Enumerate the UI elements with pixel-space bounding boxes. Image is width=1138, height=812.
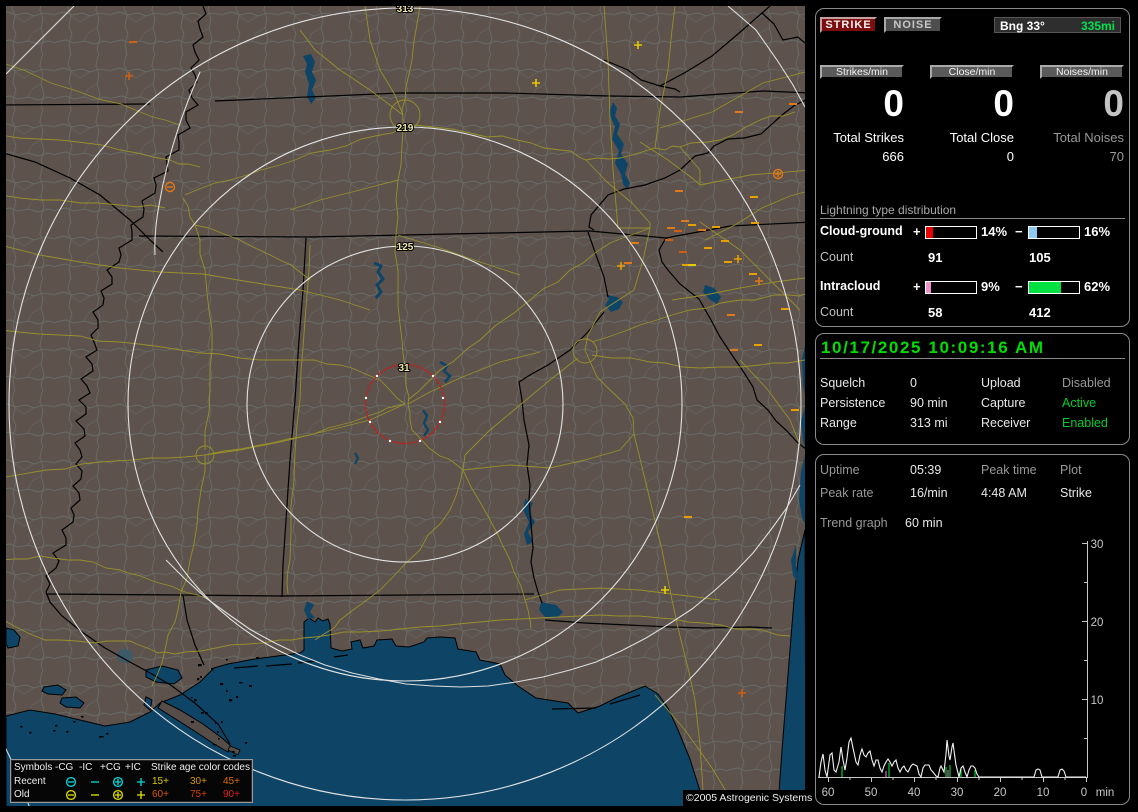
- svg-text:10: 10: [1091, 695, 1104, 707]
- svg-text:313: 313: [397, 4, 414, 15]
- svg-text:219: 219: [397, 123, 414, 134]
- svg-text:60: 60: [822, 787, 835, 799]
- svg-text:50: 50: [865, 787, 878, 799]
- svg-text:125: 125: [397, 242, 414, 253]
- svg-text:min: min: [1096, 787, 1115, 799]
- svg-text:20: 20: [994, 787, 1007, 799]
- svg-text:30: 30: [951, 787, 964, 799]
- svg-text:0: 0: [1081, 787, 1087, 799]
- svg-text:10: 10: [1037, 787, 1050, 799]
- svg-text:31: 31: [398, 363, 410, 374]
- svg-text:20: 20: [1091, 617, 1104, 629]
- svg-text:40: 40: [908, 787, 921, 799]
- svg-text:30: 30: [1091, 539, 1104, 551]
